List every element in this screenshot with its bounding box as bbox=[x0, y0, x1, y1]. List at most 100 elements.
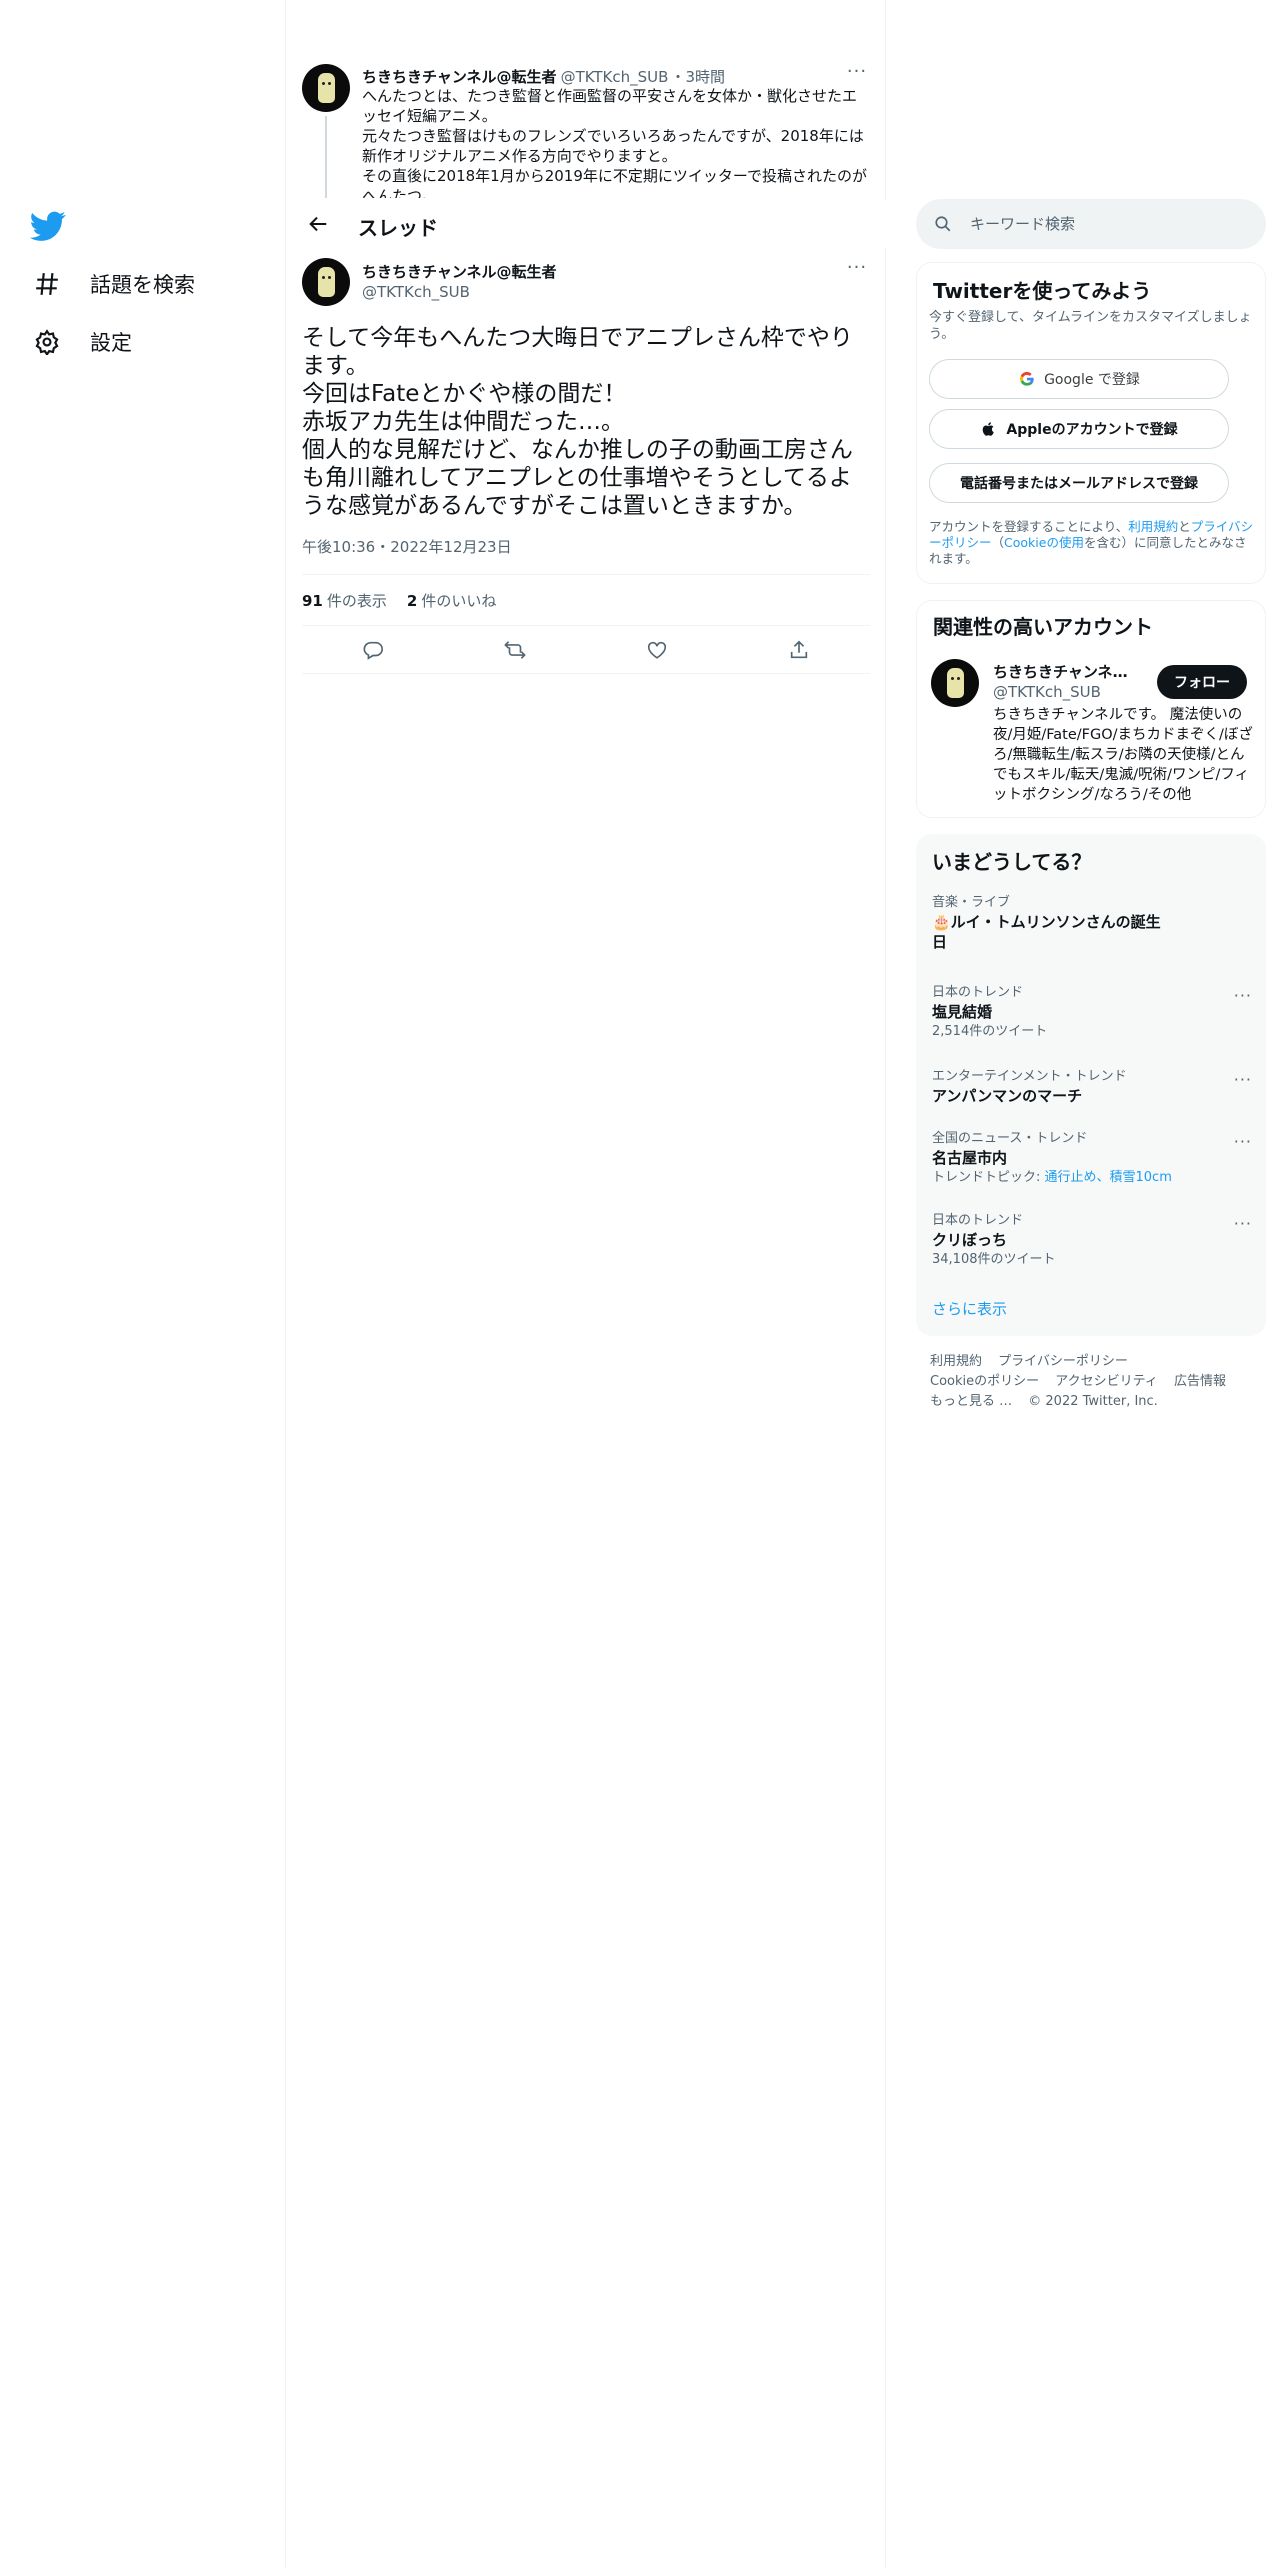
search-bar[interactable] bbox=[916, 199, 1266, 249]
legal-text: （ bbox=[991, 535, 1005, 550]
trend-item[interactable]: エンターテインメント・トレンド アンパンマンのマーチ ··· bbox=[932, 1068, 1252, 1106]
trend-category: エンターテインメント・トレンド bbox=[932, 1069, 1127, 1084]
like-icon[interactable] bbox=[638, 631, 676, 669]
more-options-icon[interactable]: ··· bbox=[1234, 1132, 1252, 1151]
author-name[interactable]: ちきちきチャンネル@転生者 bbox=[362, 66, 557, 87]
nav-item-label: 話題を検索 bbox=[90, 273, 195, 297]
more-options-icon[interactable]: ··· bbox=[1234, 1070, 1252, 1089]
tweet-text: へんたつとは、たつき監督と作画監督の平安さんを女体か・獣化させたエッセイ短編アニ… bbox=[362, 87, 867, 198]
tweet-stats: 91 件の表示 2 件のいいね bbox=[302, 574, 870, 626]
share-icon[interactable] bbox=[780, 631, 818, 669]
footer-more-link[interactable]: もっと見る … bbox=[930, 1394, 1012, 1409]
trend-category: 音楽・ライブ bbox=[932, 895, 1011, 910]
search-input[interactable] bbox=[970, 215, 1240, 233]
trend-item[interactable]: 音楽・ライブ 🎂ルイ・トムリンソンさんの誕生日 bbox=[932, 894, 1252, 952]
thread-column: ちきちきチャンネル@転生者 @TKTKch_SUB ・3時間 ··· へんたつと… bbox=[286, 0, 886, 2568]
views-stat[interactable]: 91 件の表示 bbox=[302, 590, 387, 611]
footer-privacy-link[interactable]: プライバシーポリシー bbox=[998, 1354, 1128, 1369]
related-title: 関連性の高いアカウント bbox=[933, 615, 1153, 639]
phone-email-signup-button[interactable]: 電話番号またはメールアドレスで登録 bbox=[929, 463, 1229, 503]
right-sidebar: Twitterを使ってみよう 今すぐ登録して、タイムラインをカスタマイズしましょ… bbox=[886, 0, 1284, 2568]
trend-name: クリぼっち bbox=[932, 1231, 1008, 1249]
likes-label: 件のいいね bbox=[421, 591, 497, 610]
tweet-time[interactable]: ・3時間 bbox=[670, 66, 725, 87]
tweet-header: ちきちきチャンネル@転生者 @TKTKch_SUB ・3時間 bbox=[362, 66, 725, 87]
trend-item[interactable]: 日本のトレンド クリぼっち 34,108件のツイート ··· bbox=[932, 1212, 1252, 1270]
thread-header: スレッド bbox=[286, 200, 886, 248]
apple-icon bbox=[980, 420, 998, 438]
signup-subtitle: 今すぐ登録して、タイムラインをカスタマイズしましょう。 bbox=[929, 310, 1252, 342]
gear-icon bbox=[30, 325, 64, 359]
show-more-link[interactable]: さらに表示 bbox=[932, 1298, 1007, 1319]
author-handle[interactable]: @TKTKch_SUB bbox=[362, 282, 557, 302]
footer-cookie-link[interactable]: Cookieのポリシー bbox=[930, 1374, 1039, 1389]
apple-signup-label: Appleのアカウントで登録 bbox=[1006, 422, 1178, 438]
legal-text: アカウントを登録することにより、 bbox=[929, 519, 1129, 534]
trend-tweet-count: 2,514件のツイート bbox=[932, 1024, 1048, 1039]
footer-terms-link[interactable]: 利用規約 bbox=[930, 1354, 982, 1369]
tweet-author: ちきちきチャンネル@転生者 @TKTKch_SUB bbox=[362, 262, 557, 302]
views-label: 件の表示 bbox=[326, 591, 387, 610]
trend-topic: トレンドトピック: 通行止め、積雪10cm bbox=[932, 1168, 1252, 1188]
more-options-icon[interactable]: ··· bbox=[842, 63, 872, 86]
trends-title: いまどうしてる？ bbox=[932, 850, 1092, 874]
trend-item[interactable]: 全国のニュース・トレンド 名古屋市内 トレンドトピック: 通行止め、積雪10cm… bbox=[932, 1130, 1252, 1188]
signup-title: Twitterを使ってみよう bbox=[933, 279, 1152, 303]
thread-connector bbox=[325, 116, 327, 198]
trend-name: 名古屋市内 bbox=[932, 1149, 1008, 1167]
nav-item-settings[interactable]: 設定 bbox=[30, 320, 132, 364]
cookie-link[interactable]: Cookieの使用 bbox=[1004, 535, 1084, 550]
trend-category: 日本のトレンド bbox=[932, 985, 1024, 1000]
legal-text: と bbox=[1178, 519, 1191, 534]
views-count: 91 bbox=[302, 591, 323, 610]
hashtag-icon bbox=[30, 267, 64, 301]
google-icon bbox=[1018, 370, 1036, 388]
terms-link[interactable]: 利用規約 bbox=[1128, 519, 1178, 534]
trend-topic-label: トレンドトピック: bbox=[932, 1170, 1045, 1185]
reply-icon[interactable] bbox=[354, 631, 392, 669]
footer-accessibility-link[interactable]: アクセシビリティ bbox=[1055, 1374, 1158, 1389]
avatar[interactable] bbox=[302, 258, 350, 306]
author-name[interactable]: ちきちきチャンネル@転生者 bbox=[362, 262, 557, 282]
back-arrow-icon[interactable] bbox=[300, 206, 336, 242]
footer-copyright: © 2022 Twitter, Inc. bbox=[1028, 1394, 1158, 1409]
footer-ads-link[interactable]: 広告情報 bbox=[1174, 1374, 1226, 1389]
trend-category: 日本のトレンド bbox=[932, 1213, 1024, 1228]
tweet-actions bbox=[302, 626, 870, 674]
trends-card: いまどうしてる？ 音楽・ライブ 🎂ルイ・トムリンソンさんの誕生日 日本のトレンド… bbox=[916, 834, 1266, 1336]
signup-legal-text: アカウントを登録することにより、利用規約とプライバシーポリシー（Cookieの使… bbox=[929, 519, 1257, 567]
more-options-icon[interactable]: ··· bbox=[1234, 1214, 1252, 1233]
tweet-timestamp[interactable]: 午後10:36・2022年12月23日 bbox=[302, 536, 512, 557]
avatar[interactable] bbox=[931, 659, 979, 707]
follow-button[interactable]: フォロー bbox=[1157, 665, 1247, 699]
apple-signup-button[interactable]: Appleのアカウントで登録 bbox=[929, 409, 1229, 449]
trend-category: 全国のニュース・トレンド bbox=[932, 1131, 1088, 1146]
likes-stat[interactable]: 2 件のいいね bbox=[407, 590, 496, 611]
related-account-name[interactable]: ちきちきチャンネル@転生者 bbox=[993, 661, 1141, 682]
trend-topic-link[interactable]: 通行止め、積雪10cm bbox=[1045, 1170, 1172, 1185]
trend-name: 塩見結婚 bbox=[932, 1003, 993, 1021]
trend-name: アンパンマンのマーチ bbox=[932, 1087, 1083, 1105]
phone-email-signup-label: 電話番号またはメールアドレスで登録 bbox=[960, 476, 1198, 492]
trend-item[interactable]: 日本のトレンド 塩見結婚 2,514件のツイート ··· bbox=[932, 984, 1252, 1042]
avatar[interactable] bbox=[302, 64, 350, 112]
google-signup-label: Google で登録 bbox=[1044, 372, 1140, 388]
nav-item-label: 設定 bbox=[90, 331, 132, 355]
page-title: スレッド bbox=[358, 216, 438, 240]
related-account-handle[interactable]: @TKTKch_SUB bbox=[993, 683, 1101, 701]
related-accounts-card: 関連性の高いアカウント ちきちきチャンネル@転生者 @TKTKch_SUB フォ… bbox=[916, 600, 1266, 818]
previous-tweet[interactable]: ちきちきチャンネル@転生者 @TKTKch_SUB ・3時間 ··· へんたつと… bbox=[286, 58, 886, 198]
more-options-icon[interactable]: ··· bbox=[842, 259, 872, 282]
more-options-icon[interactable]: ··· bbox=[1234, 986, 1252, 1005]
author-handle[interactable]: @TKTKch_SUB bbox=[561, 68, 669, 86]
signup-card: Twitterを使ってみよう 今すぐ登録して、タイムラインをカスタマイズしましょ… bbox=[916, 262, 1266, 584]
google-signup-button[interactable]: Google で登録 bbox=[929, 359, 1229, 399]
twitter-logo-icon[interactable] bbox=[29, 208, 70, 248]
trend-tweet-count: 34,108件のツイート bbox=[932, 1252, 1056, 1267]
search-icon bbox=[932, 213, 954, 235]
related-account-bio: ちきちきチャンネルです。 魔法使いの夜/月姫/Fate/FGO/まちカドまぞく/… bbox=[993, 707, 1253, 803]
nav-item-explore[interactable]: 話題を検索 bbox=[30, 262, 195, 306]
footer-links: 利用規約 プライバシーポリシー Cookieのポリシー アクセシビリティ 広告情… bbox=[930, 1352, 1270, 1412]
retweet-icon[interactable] bbox=[496, 631, 534, 669]
trend-name: 🎂ルイ・トムリンソンさんの誕生日 bbox=[932, 913, 1161, 951]
